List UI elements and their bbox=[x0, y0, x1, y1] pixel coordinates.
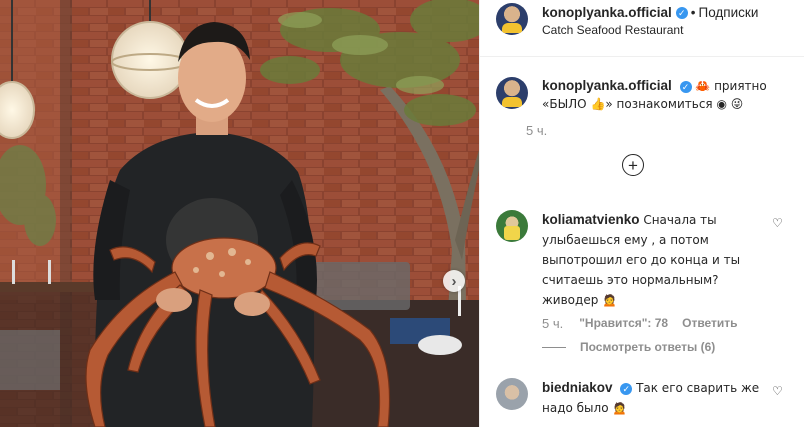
chevron-right-icon: › bbox=[451, 272, 457, 290]
verified-badge-icon: ✓ bbox=[675, 6, 688, 19]
comment-username[interactable]: koliamatvienko bbox=[542, 212, 640, 227]
location-link[interactable]: Catch Seafood Restaurant bbox=[542, 23, 758, 37]
post-header-line: konoplyanka.official ✓ • Подписки bbox=[542, 5, 758, 20]
comment-item: koliamatvienko Сначала ты улыбаешься ему… bbox=[480, 210, 772, 310]
plus-circle-icon: + bbox=[628, 155, 638, 175]
comment-body: biedniakov ✓ Так его сварить же надо был… bbox=[542, 378, 772, 418]
heart-outline-icon[interactable]: ♡ bbox=[772, 216, 784, 230]
load-more-comments-button[interactable]: + bbox=[622, 154, 644, 176]
view-replies-label: Посмотреть ответы (6) bbox=[580, 340, 716, 354]
post-sidebar: konoplyanka.official ✓ • Подписки Catch … bbox=[479, 0, 804, 427]
comment-body: koliamatvienko Сначала ты улыбаешься ему… bbox=[542, 210, 772, 310]
post-header-text: konoplyanka.official ✓ • Подписки Catch … bbox=[542, 5, 758, 37]
post-photo-illustration bbox=[0, 0, 479, 427]
replies-divider bbox=[542, 346, 566, 348]
owner-username[interactable]: konoplyanka.official bbox=[542, 5, 672, 20]
comment-timestamp[interactable]: 5 ч. bbox=[542, 316, 563, 331]
caption-username[interactable]: konoplyanka.official bbox=[542, 78, 672, 93]
owner-avatar[interactable] bbox=[496, 3, 528, 35]
reply-button[interactable]: Ответить bbox=[682, 316, 737, 331]
caption-body: konoplyanka.official ✓ 🦀 приятно «БЫЛО 👍… bbox=[542, 77, 782, 113]
commenter-avatar[interactable] bbox=[496, 378, 528, 410]
post-photo[interactable]: › bbox=[0, 0, 479, 427]
comment-meta: 5 ч. "Нравится": 78 Ответить bbox=[542, 316, 738, 331]
comment-text: Сначала ты улыбаешься ему , а потом выпо… bbox=[542, 213, 741, 307]
caption-timestamp[interactable]: 5 ч. bbox=[526, 123, 804, 138]
follow-separator: • bbox=[690, 5, 696, 20]
comment-item: biedniakov ✓ Так его сварить же надо был… bbox=[480, 378, 772, 418]
commenter-avatar[interactable] bbox=[496, 210, 528, 242]
following-button[interactable]: Подписки bbox=[699, 5, 759, 20]
verified-badge-icon: ✓ bbox=[679, 81, 692, 93]
heart-outline-icon[interactable]: ♡ bbox=[772, 384, 784, 398]
view-replies-button[interactable]: Посмотреть ответы (6) bbox=[542, 340, 715, 354]
next-photo-button[interactable]: › bbox=[443, 270, 465, 292]
caption-avatar[interactable] bbox=[496, 77, 528, 109]
post-header: konoplyanka.official ✓ • Подписки Catch … bbox=[480, 0, 804, 57]
verified-badge-icon: ✓ bbox=[620, 383, 633, 395]
post-caption: konoplyanka.official ✓ 🦀 приятно «БЫЛО 👍… bbox=[480, 57, 804, 113]
comment-username[interactable]: biedniakov bbox=[542, 380, 613, 395]
comment-likes-count[interactable]: "Нравится": 78 bbox=[579, 316, 668, 331]
instagram-post-window: › konoplyanka.official ✓ • Подписки Catc… bbox=[0, 0, 804, 427]
